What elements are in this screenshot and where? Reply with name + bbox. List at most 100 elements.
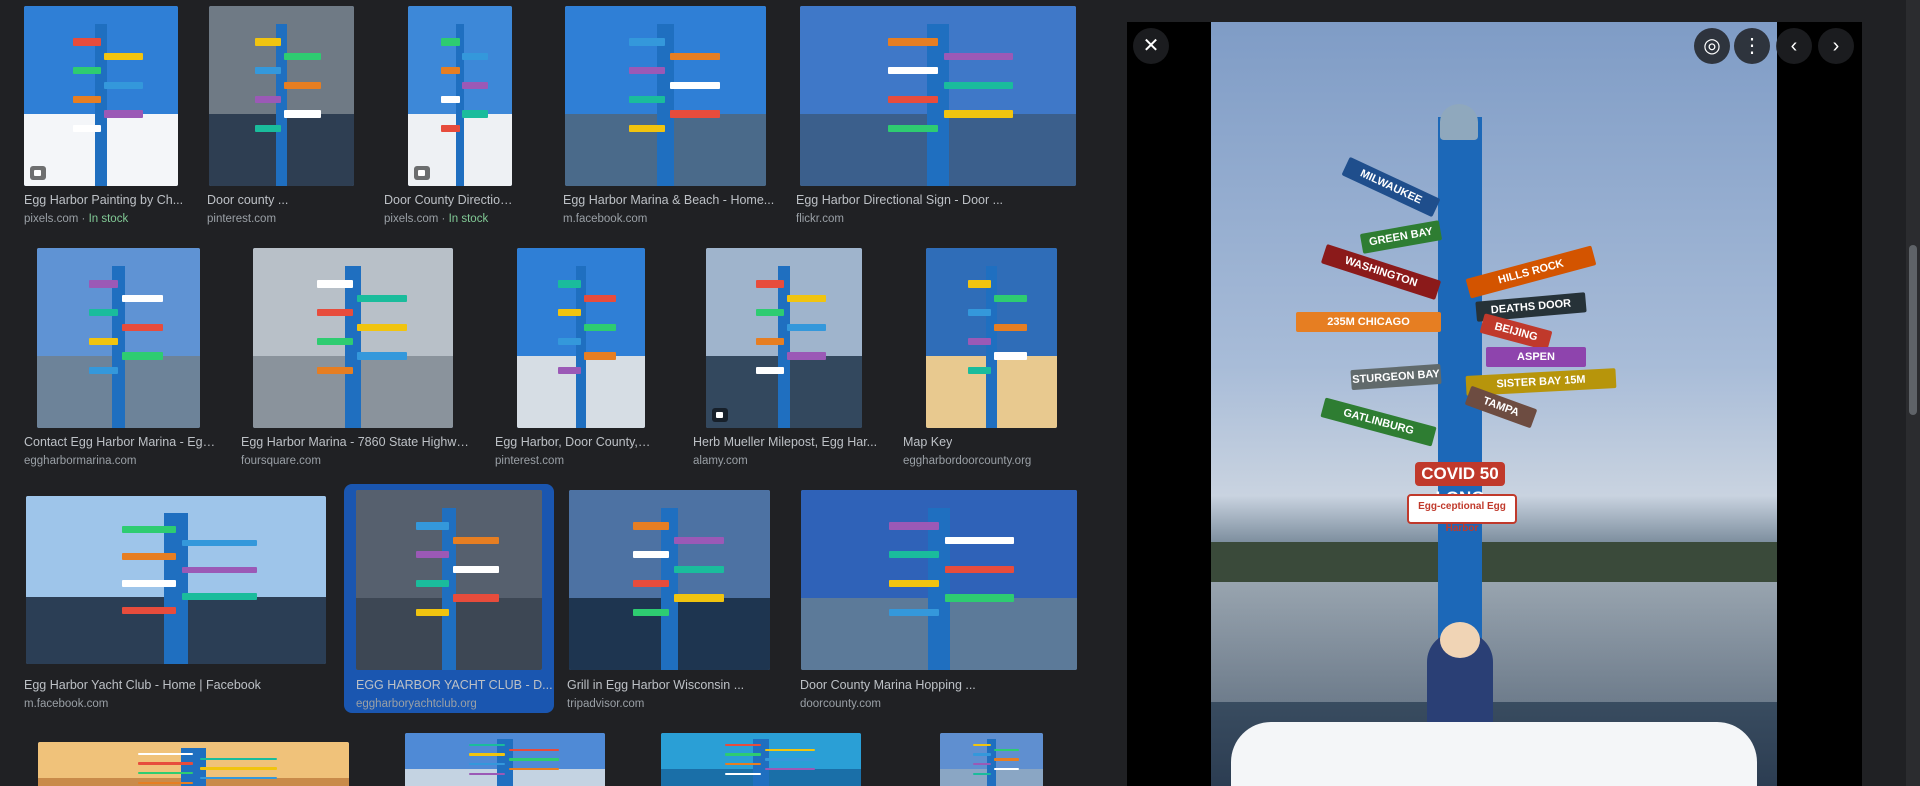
- result-thumbnail[interactable]: [569, 490, 770, 670]
- signpost-sign: [972, 743, 992, 747]
- result-thumbnail[interactable]: [37, 248, 200, 428]
- signpost-sign: [755, 280, 784, 288]
- signpost-sign: [994, 294, 1027, 302]
- signpost-sign: [469, 743, 505, 747]
- previous-image-button[interactable]: ‹: [1776, 28, 1812, 64]
- result-title[interactable]: Contact Egg Harbor Marina - Egg...: [24, 435, 217, 449]
- result-thumbnail[interactable]: [801, 490, 1077, 670]
- result-source-domain: alamy.com: [693, 455, 748, 467]
- signpost-sign: [943, 81, 1013, 89]
- result-source: pixels.com · In stock: [384, 213, 488, 225]
- signpost-sign: [415, 580, 449, 588]
- signpost-sign: [629, 124, 666, 132]
- result-thumbnail[interactable]: [517, 248, 645, 428]
- more-options-button[interactable]: ⋮: [1734, 28, 1770, 64]
- signpost-sign: [73, 38, 101, 46]
- destination-sign: GREEN BAY: [1359, 220, 1443, 254]
- result-thumbnail[interactable]: [661, 733, 861, 786]
- signpost-sign: [993, 748, 1020, 751]
- result-thumbnail[interactable]: [38, 742, 349, 786]
- result-thumbnail[interactable]: [253, 248, 453, 428]
- result-thumbnail[interactable]: [565, 6, 766, 186]
- result-source-domain: m.facebook.com: [563, 213, 648, 225]
- signpost-sign: [452, 536, 500, 544]
- signpost-pole: [164, 512, 188, 664]
- result-source-domain: tripadvisor.com: [567, 698, 645, 710]
- signpost-sign: [633, 551, 670, 559]
- signpost-sign: [89, 338, 119, 346]
- signpost-sign: [182, 566, 257, 574]
- result-title[interactable]: Map Key: [903, 435, 952, 449]
- result-title[interactable]: Egg Harbor Directional Sign - Door ...: [796, 193, 1003, 207]
- result-thumbnail[interactable]: [706, 248, 862, 428]
- result-thumbnail[interactable]: [800, 6, 1076, 186]
- result-thumbnail[interactable]: [940, 733, 1043, 786]
- signpost-sign: [673, 594, 724, 602]
- signpost-sign: [284, 110, 321, 118]
- signpost-sign: [888, 67, 938, 75]
- result-title[interactable]: Egg Harbor Yacht Club - Home | Facebook: [24, 678, 261, 692]
- result-thumbnail[interactable]: [926, 248, 1057, 428]
- result-thumbnail[interactable]: [24, 6, 178, 186]
- result-source: eggharbormarina.com: [24, 455, 137, 467]
- signpost-sign: [967, 366, 992, 374]
- signpost-sign: [583, 294, 616, 302]
- close-preview-button[interactable]: ✕: [1133, 28, 1169, 64]
- signpost-sign: [89, 309, 119, 317]
- signpost-sign: [725, 753, 761, 756]
- signpost-pole: [575, 266, 587, 428]
- result-title[interactable]: Herb Mueller Milepost, Egg Har...: [693, 435, 877, 449]
- result-thumbnail[interactable]: [26, 496, 326, 664]
- signpost-sign: [137, 762, 194, 765]
- signpost-cap: [1440, 104, 1478, 140]
- result-thumbnail[interactable]: [405, 733, 605, 786]
- lens-search-button[interactable]: ◎: [1694, 28, 1730, 64]
- destination-sign: 235M CHICAGO: [1296, 312, 1441, 332]
- result-thumbnail[interactable]: [356, 490, 542, 670]
- signpost-sign: [104, 110, 143, 118]
- signpost-sign: [943, 110, 1013, 118]
- signpost-pole: [455, 24, 465, 186]
- destination-sign: MILWAUKEE: [1341, 156, 1441, 218]
- result-source-domain: doorcounty.com: [800, 698, 881, 710]
- signpost-sign: [357, 294, 407, 302]
- signpost-sign: [469, 753, 505, 756]
- result-title[interactable]: Egg Harbor, Door County, Wis...: [495, 435, 653, 449]
- result-source-domain: pinterest.com: [207, 213, 277, 225]
- signpost-sign: [462, 110, 489, 118]
- next-image-button[interactable]: ›: [1818, 28, 1854, 64]
- result-source: tripadvisor.com: [567, 698, 644, 710]
- scrollbar-thumb[interactable]: [1909, 245, 1917, 415]
- result-title[interactable]: Egg Harbor Painting by Ch...: [24, 193, 183, 207]
- scrollbar[interactable]: [1906, 0, 1920, 786]
- signpost-pole: [777, 266, 791, 428]
- signpost-sign: [633, 608, 670, 616]
- image-results-grid: Egg Harbor Painting by Ch... pixels.com ·…: [0, 0, 1103, 786]
- stock-status: In stock: [88, 213, 129, 225]
- result-title[interactable]: Egg Harbor Marina - 7860 State Highwa...: [241, 435, 471, 449]
- signpost-sign: [121, 294, 163, 302]
- result-thumbnail[interactable]: [408, 6, 512, 186]
- signpost-sign: [755, 309, 784, 317]
- result-title[interactable]: Door county ...: [207, 193, 288, 207]
- signpost-pole: [926, 24, 950, 186]
- result-title[interactable]: Door County Marina Hopping ...: [800, 678, 976, 692]
- result-title[interactable]: Egg Harbor Marina & Beach - Home...: [563, 193, 774, 207]
- result-title[interactable]: Grill in Egg Harbor Wisconsin ...: [567, 678, 744, 692]
- signpost-sign: [629, 67, 666, 75]
- result-source: pixels.com · In stock: [24, 213, 128, 225]
- result-title[interactable]: EGG HARBOR YACHT CLUB - D...: [356, 678, 553, 692]
- signpost-sign: [787, 323, 827, 331]
- signpost-sign: [104, 81, 143, 89]
- preview-image[interactable]: MILWAUKEE GREEN BAY WASHINGTON HILLS ROCK DE…: [1211, 22, 1777, 786]
- result-title[interactable]: Door County Directional S...: [384, 193, 518, 207]
- egg-harbor-banner: Egg-ceptional Egg Harbor: [1407, 494, 1517, 534]
- signpost-sign: [943, 52, 1013, 60]
- result-thumbnail[interactable]: [209, 6, 354, 186]
- signpost-sign: [557, 338, 581, 346]
- signpost-sign: [462, 81, 489, 89]
- signpost-sign: [182, 539, 257, 547]
- signpost-sign: [452, 565, 500, 573]
- chevron-left-icon: ‹: [1790, 35, 1798, 57]
- signpost-sign: [121, 352, 163, 360]
